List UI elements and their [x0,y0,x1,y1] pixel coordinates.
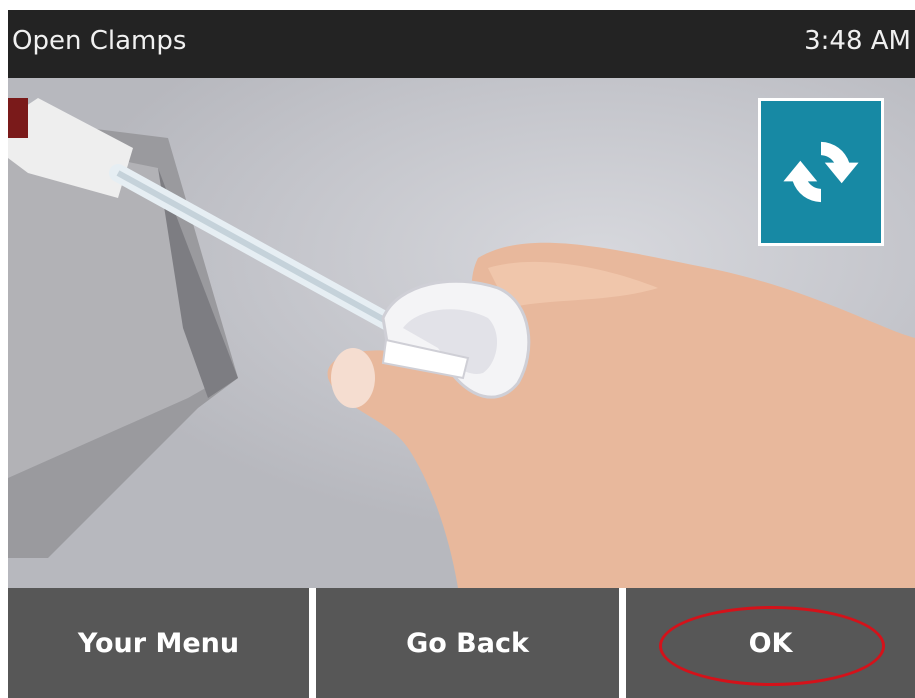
refresh-icon [783,141,859,203]
page-title: Open Clamps [12,26,187,56]
device-screen: Open Clamps 3:48 AM Your Menu Go Back OK [8,10,915,698]
your-menu-button[interactable]: Your Menu [8,588,309,698]
refresh-button[interactable] [758,98,884,246]
button-bar: Your Menu Go Back OK [8,588,915,698]
instruction-image [8,78,915,588]
clock: 3:48 AM [804,26,911,56]
go-back-button[interactable]: Go Back [316,588,619,698]
ok-button[interactable]: OK [626,588,915,698]
header-bar: Open Clamps 3:48 AM [8,10,915,78]
